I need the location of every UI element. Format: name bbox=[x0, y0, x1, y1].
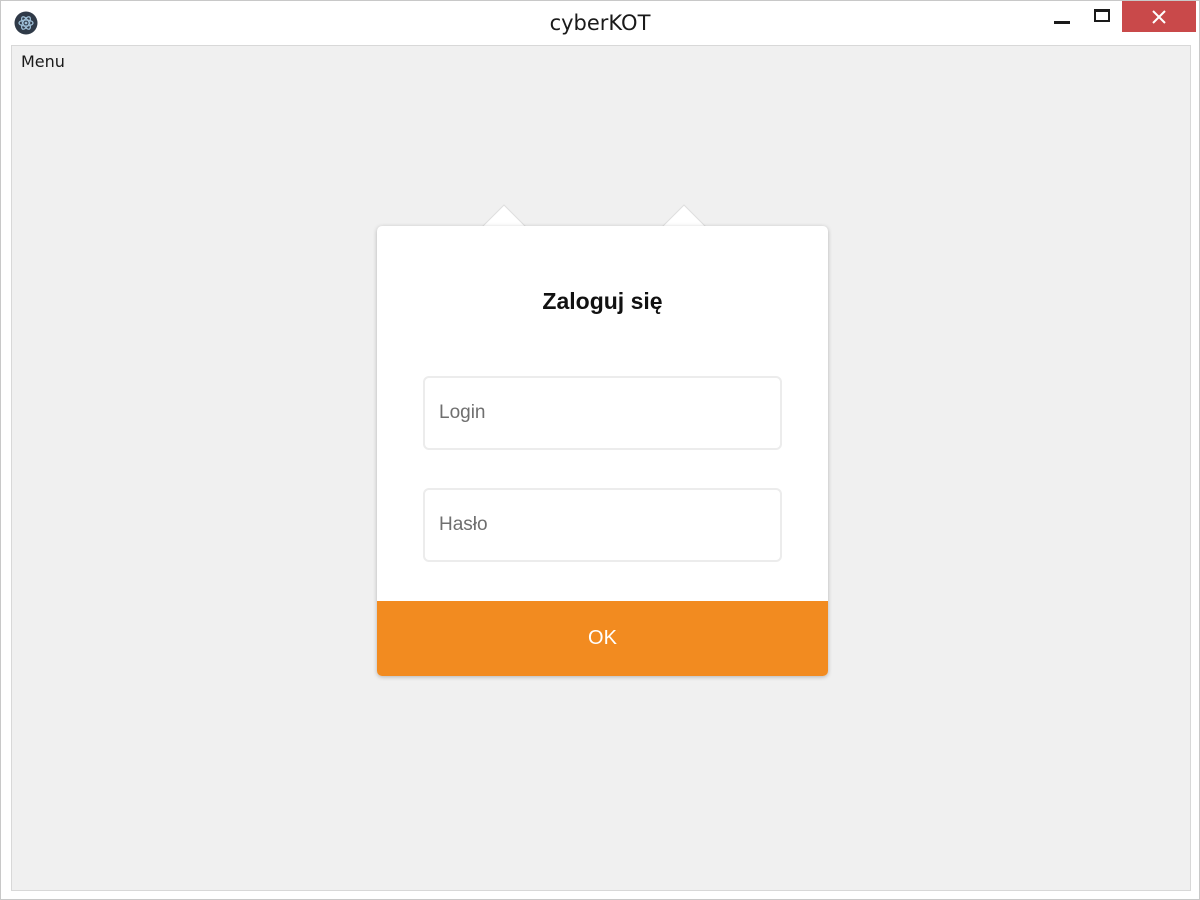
login-input[interactable] bbox=[423, 376, 782, 450]
minimize-icon bbox=[1054, 20, 1070, 24]
login-heading: Zaloguj się bbox=[542, 288, 663, 314]
close-icon bbox=[1152, 9, 1166, 24]
menu-button[interactable]: Menu bbox=[21, 52, 65, 71]
maximize-icon bbox=[1094, 8, 1110, 22]
app-window: cyberKOT Menu Zaloguj się OK bbox=[0, 0, 1200, 900]
pointer-notch-left bbox=[481, 204, 527, 228]
maximize-button[interactable] bbox=[1084, 1, 1120, 33]
client-area: Menu Zaloguj się OK bbox=[11, 45, 1191, 891]
login-card: Zaloguj się OK bbox=[377, 226, 828, 676]
minimize-button[interactable] bbox=[1044, 1, 1080, 33]
pointer-notch-right bbox=[661, 204, 707, 228]
window-title: cyberKOT bbox=[549, 11, 651, 35]
title-bar[interactable]: cyberKOT bbox=[1, 1, 1199, 45]
ok-button[interactable]: OK bbox=[377, 601, 828, 676]
close-button[interactable] bbox=[1122, 1, 1196, 32]
password-input[interactable] bbox=[423, 488, 782, 562]
